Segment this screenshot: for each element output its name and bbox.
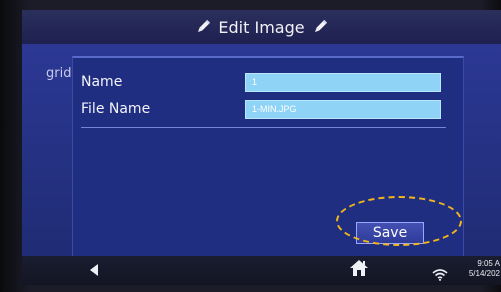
name-label: Name <box>81 74 123 90</box>
back-button[interactable] <box>84 262 104 280</box>
edit-panel: Name 1 File Name 1-MIN.JPG Save <box>72 56 464 258</box>
save-button[interactable]: Save <box>356 222 424 244</box>
clock: 9:05 A 5/14/202 <box>454 259 500 279</box>
home-button[interactable] <box>347 259 371 281</box>
device-frame: Edit Image grid Name 1 File Name 1-MIN.J… <box>0 0 501 292</box>
file-name-input[interactable]: 1-MIN.JPG <box>245 99 441 119</box>
back-arrow-icon <box>89 262 99 281</box>
divider <box>81 127 446 128</box>
grid-label: grid <box>46 66 72 81</box>
wifi-icon <box>432 266 448 281</box>
screen: Edit Image grid Name 1 File Name 1-MIN.J… <box>22 10 501 285</box>
pencil-icon <box>194 18 212 36</box>
home-icon <box>349 259 369 281</box>
clock-date: 5/14/202 <box>468 269 500 278</box>
name-input[interactable]: 1 <box>245 72 441 92</box>
title-bar: Edit Image <box>22 10 501 44</box>
pencil-icon <box>311 18 329 36</box>
title-group: Edit Image <box>22 10 501 44</box>
bottom-bar: 9:05 A 5/14/202 <box>22 256 501 285</box>
clock-time: 9:05 A <box>477 259 500 268</box>
file-name-label: File Name <box>81 101 151 117</box>
page-title: Edit Image <box>218 17 305 37</box>
